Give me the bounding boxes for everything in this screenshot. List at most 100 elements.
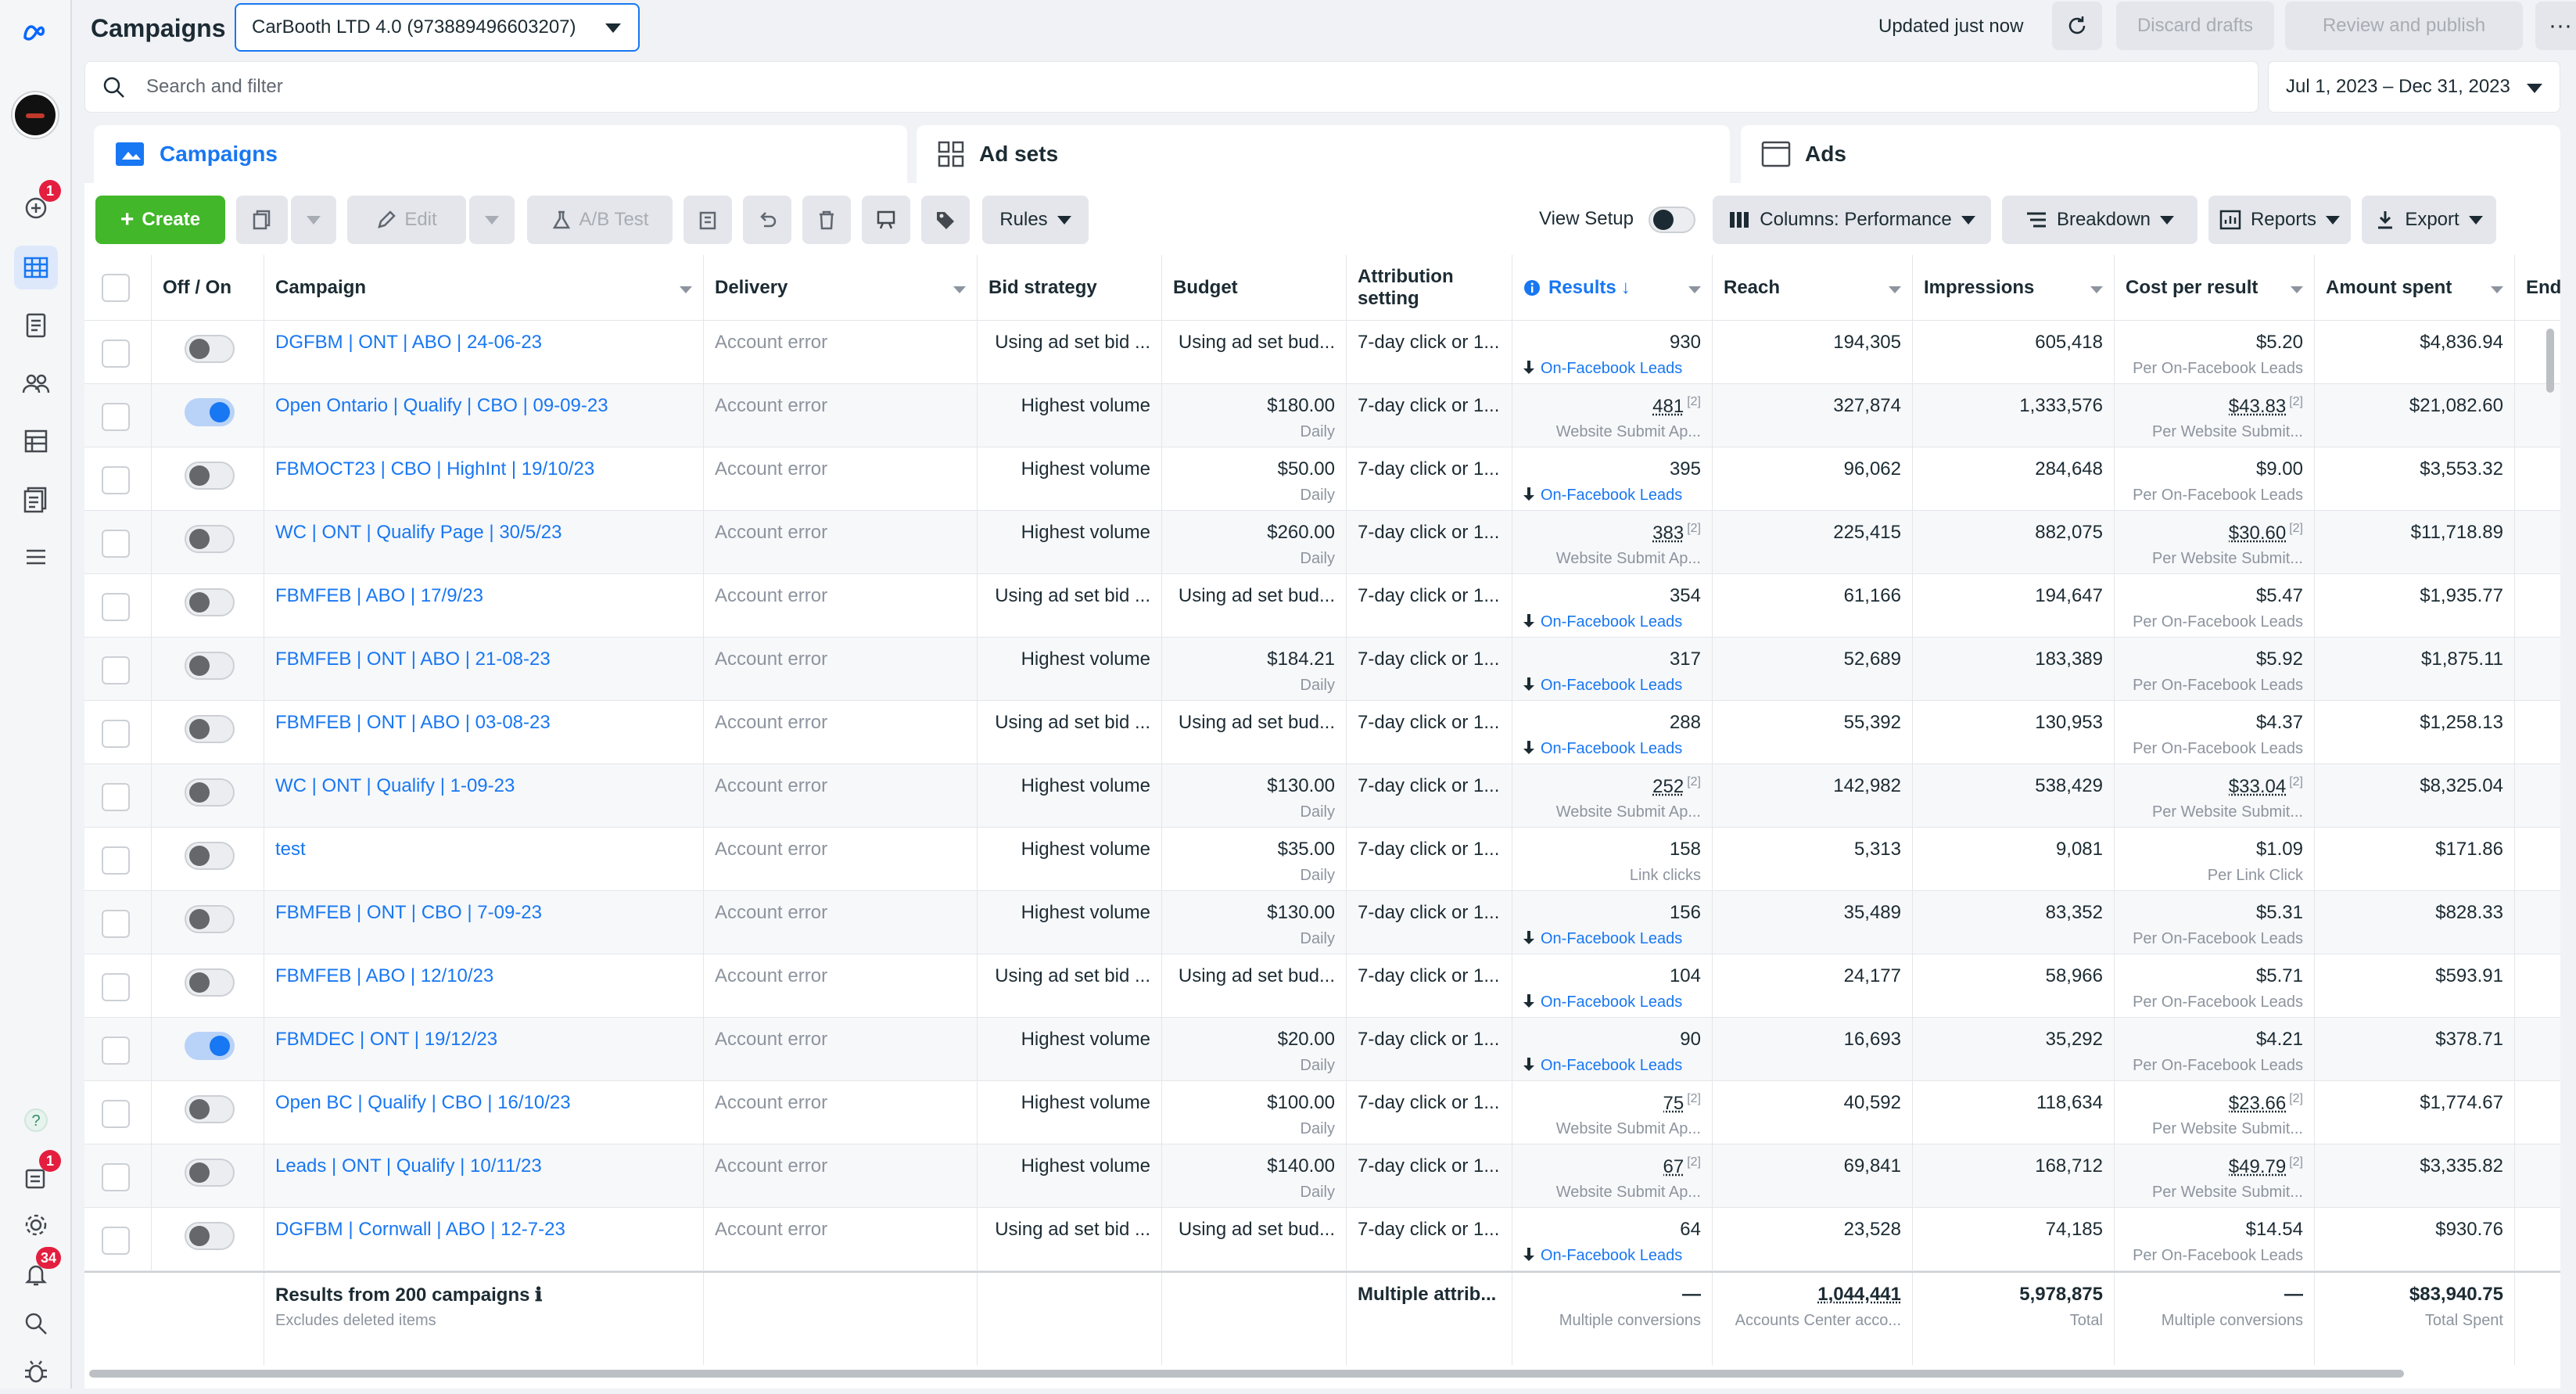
campaign-name-link[interactable]: FBMFEB | ABO | 12/10/23 xyxy=(275,965,493,987)
campaign-name-link[interactable]: FBMFEB | ABO | 17/9/23 xyxy=(275,585,483,607)
campaign-on-off-toggle[interactable] xyxy=(185,588,235,616)
campaign-name-link[interactable]: FBMDEC | ONT | 19/12/23 xyxy=(275,1029,497,1051)
columns-button[interactable]: Columns: Performance xyxy=(1713,196,1991,244)
campaign-on-off-toggle[interactable] xyxy=(185,652,235,680)
column-off-on[interactable]: Off / On xyxy=(152,255,264,320)
notifications-icon[interactable]: 1 xyxy=(14,180,61,228)
campaign-on-off-toggle[interactable] xyxy=(185,842,235,870)
rules-button[interactable]: Rules xyxy=(982,196,1089,244)
campaign-on-off-toggle[interactable] xyxy=(185,1222,235,1250)
column-attribution-setting[interactable]: Attribution setting xyxy=(1347,255,1512,320)
search-input[interactable] xyxy=(145,70,2178,104)
campaign-name-link[interactable]: Open Ontario | Qualify | CBO | 09-09-23 xyxy=(275,395,608,417)
campaign-on-off-toggle[interactable] xyxy=(185,525,235,553)
settings-gear-icon[interactable] xyxy=(14,1203,58,1247)
discard-drafts-button[interactable]: Discard drafts xyxy=(2116,2,2274,50)
pages-icon[interactable] xyxy=(14,304,58,347)
campaign-name-link[interactable]: DGFBM | ONT | ABO | 24-06-23 xyxy=(275,332,542,354)
tab-campaigns[interactable]: Campaigns xyxy=(94,125,907,183)
duplicate-button[interactable] xyxy=(236,196,288,244)
help-icon[interactable]: ? xyxy=(14,1098,58,1142)
column-bid-strategy[interactable]: Bid strategy xyxy=(978,255,1162,320)
row-checkbox[interactable] xyxy=(102,593,130,621)
preview-button[interactable] xyxy=(862,196,910,244)
column-amount-spent[interactable]: Amount spent xyxy=(2315,255,2515,320)
column-impressions[interactable]: Impressions xyxy=(1913,255,2115,320)
export-button[interactable]: Export xyxy=(2362,196,2496,244)
row-checkbox[interactable] xyxy=(102,656,130,684)
row-checkbox[interactable] xyxy=(102,1163,130,1191)
row-checkbox[interactable] xyxy=(102,530,130,558)
campaign-on-off-toggle[interactable] xyxy=(185,335,235,363)
campaign-name-link[interactable]: test xyxy=(275,839,306,860)
campaign-name-link[interactable]: FBMFEB | ONT | ABO | 03-08-23 xyxy=(275,712,551,734)
horizontal-scrollbar[interactable] xyxy=(89,1370,2404,1378)
reports-button[interactable]: Reports xyxy=(2208,196,2351,244)
campaigns-table-icon[interactable] xyxy=(14,246,58,289)
row-checkbox[interactable] xyxy=(102,846,130,875)
reports-icon[interactable] xyxy=(14,477,58,521)
campaign-on-off-toggle[interactable] xyxy=(185,398,235,426)
column-results[interactable]: Results ↓ xyxy=(1512,255,1713,320)
campaign-on-off-toggle[interactable] xyxy=(185,1095,235,1123)
row-checkbox[interactable] xyxy=(102,720,130,748)
all-tools-menu-icon[interactable] xyxy=(14,535,58,579)
breakdown-button[interactable]: Breakdown xyxy=(2002,196,2197,244)
avatar[interactable] xyxy=(13,92,58,138)
campaign-on-off-toggle[interactable] xyxy=(185,715,235,743)
column-campaign[interactable]: Campaign xyxy=(264,255,704,320)
info-icon[interactable]: ℹ xyxy=(529,1284,542,1306)
tab-ad-sets[interactable]: Ad sets xyxy=(917,125,1730,183)
view-setup-toggle[interactable] xyxy=(1649,207,1695,233)
row-checkbox[interactable] xyxy=(102,1037,130,1065)
column-budget[interactable]: Budget xyxy=(1162,255,1347,320)
date-range-picker[interactable]: Jul 1, 2023 – Dec 31, 2023 xyxy=(2268,61,2560,113)
refresh-button[interactable] xyxy=(2052,2,2102,50)
row-checkbox[interactable] xyxy=(102,910,130,938)
row-checkbox[interactable] xyxy=(102,973,130,1001)
row-checkbox[interactable] xyxy=(102,340,130,368)
row-checkbox[interactable] xyxy=(102,403,130,431)
campaign-name-link[interactable]: Leads | ONT | Qualify | 10/11/23 xyxy=(275,1155,542,1177)
duplicate-dropdown-button[interactable] xyxy=(291,196,336,244)
campaign-name-link[interactable]: FBMOCT23 | CBO | HighInt | 19/10/23 xyxy=(275,458,594,480)
ad-account-selector[interactable]: CarBooth LTD 4.0 (973889496603207) xyxy=(235,3,640,52)
campaign-on-off-toggle[interactable] xyxy=(185,1032,235,1060)
column-cost-per-result[interactable]: Cost per result xyxy=(2115,255,2315,320)
ab-test-button[interactable]: A/B Test xyxy=(527,196,673,244)
column-ends[interactable]: End xyxy=(2515,255,2560,320)
campaign-name-link[interactable]: WC | ONT | Qualify Page | 30/5/23 xyxy=(275,522,561,544)
row-checkbox[interactable] xyxy=(102,1227,130,1255)
bug-report-icon[interactable] xyxy=(14,1350,58,1394)
campaign-name-link[interactable]: Open BC | Qualify | CBO | 16/10/23 xyxy=(275,1092,571,1114)
delete-button[interactable] xyxy=(802,196,851,244)
catalog-icon[interactable] xyxy=(14,419,58,463)
audiences-icon[interactable] xyxy=(14,361,58,405)
edit-dropdown-button[interactable] xyxy=(469,196,515,244)
row-checkbox[interactable] xyxy=(102,466,130,494)
create-button[interactable]: + Create xyxy=(95,196,225,244)
tab-ads[interactable]: Ads xyxy=(1741,125,2560,183)
campaign-on-off-toggle[interactable] xyxy=(185,462,235,490)
campaign-on-off-toggle[interactable] xyxy=(185,1159,235,1187)
campaign-name-link[interactable]: WC | ONT | Qualify | 1-09-23 xyxy=(275,775,515,797)
archive-button[interactable] xyxy=(683,196,732,244)
edit-button[interactable]: Edit xyxy=(347,196,466,244)
search-icon[interactable] xyxy=(14,1302,58,1345)
updates-icon[interactable]: 1 xyxy=(14,1150,61,1198)
review-and-publish-button[interactable]: Review and publish xyxy=(2285,2,2523,50)
meta-logo-icon[interactable] xyxy=(14,11,58,55)
select-all-checkbox[interactable] xyxy=(102,274,130,302)
campaign-on-off-toggle[interactable] xyxy=(185,968,235,997)
campaign-name-link[interactable]: DGFBM | Cornwall | ABO | 12-7-23 xyxy=(275,1219,565,1241)
campaign-on-off-toggle[interactable] xyxy=(185,778,235,807)
campaign-name-link[interactable]: FBMFEB | ONT | ABO | 21-08-23 xyxy=(275,648,551,670)
tag-button[interactable] xyxy=(921,196,970,244)
vertical-scrollbar[interactable] xyxy=(2546,329,2554,393)
alerts-bell-icon[interactable]: 34 xyxy=(14,1247,61,1295)
row-checkbox[interactable] xyxy=(102,1100,130,1128)
more-options-button[interactable]: ··· xyxy=(2535,2,2576,50)
column-reach[interactable]: Reach xyxy=(1713,255,1913,320)
undo-button[interactable] xyxy=(743,196,791,244)
column-delivery[interactable]: Delivery xyxy=(704,255,978,320)
